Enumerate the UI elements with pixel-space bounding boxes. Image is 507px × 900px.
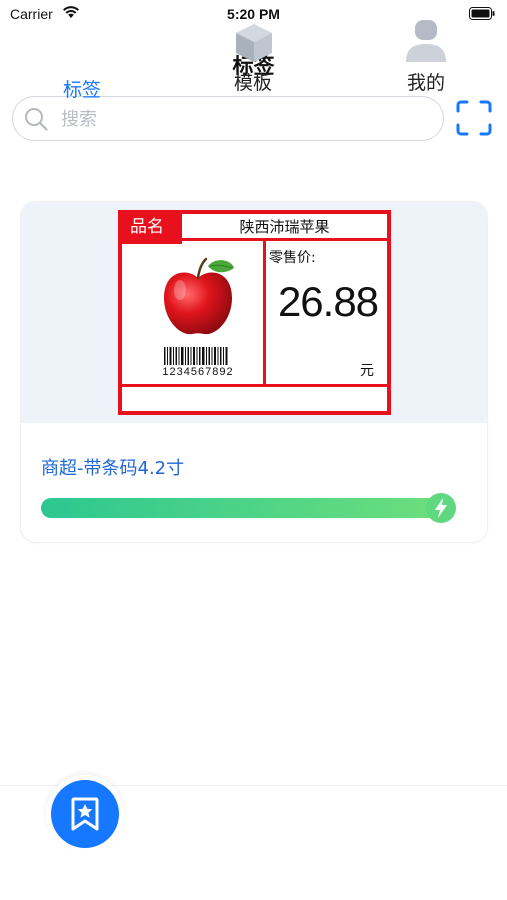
vertical-divider bbox=[263, 241, 266, 386]
price-label: 零售价: bbox=[269, 250, 316, 266]
person-icon bbox=[406, 20, 446, 62]
tab-labels[interactable]: 标签 bbox=[22, 0, 142, 115]
product-name: 陕西沛瑞苹果 bbox=[182, 214, 387, 241]
tab-labels-label: 标签 bbox=[62, 79, 101, 101]
barcode-image bbox=[164, 347, 228, 365]
price-unit: 元 bbox=[360, 363, 374, 379]
template-card[interactable]: 品名 陕西沛瑞苹果 1234567892 零售价: 26.88 元 商超-带条码… bbox=[20, 201, 488, 543]
template-title: 商超-带条码4.2寸 bbox=[41, 458, 185, 479]
label-star-icon bbox=[71, 797, 99, 831]
price-label-frame: 品名 陕西沛瑞苹果 1234567892 零售价: 26.88 元 bbox=[118, 210, 391, 415]
tab-mine[interactable]: 我的 bbox=[366, 0, 486, 115]
active-tab-circle[interactable] bbox=[51, 780, 119, 848]
header-divider bbox=[122, 241, 182, 244]
cube-icon bbox=[236, 24, 272, 62]
tab-mine-label: 我的 bbox=[406, 72, 445, 94]
tab-templates[interactable]: 模板 bbox=[193, 0, 313, 115]
lightning-bolt-icon bbox=[426, 493, 456, 523]
product-name-header: 品名 bbox=[122, 214, 182, 241]
tab-templates-label: 模板 bbox=[233, 72, 272, 94]
horizontal-divider bbox=[122, 384, 387, 387]
price-value: 26.88 bbox=[277, 278, 379, 325]
apple-image bbox=[164, 257, 234, 335]
battery-progress-bar bbox=[41, 498, 453, 518]
barcode-number: 1234567892 bbox=[162, 366, 234, 378]
label-preview: 品名 陕西沛瑞苹果 1234567892 零售价: 26.88 元 bbox=[21, 202, 487, 423]
